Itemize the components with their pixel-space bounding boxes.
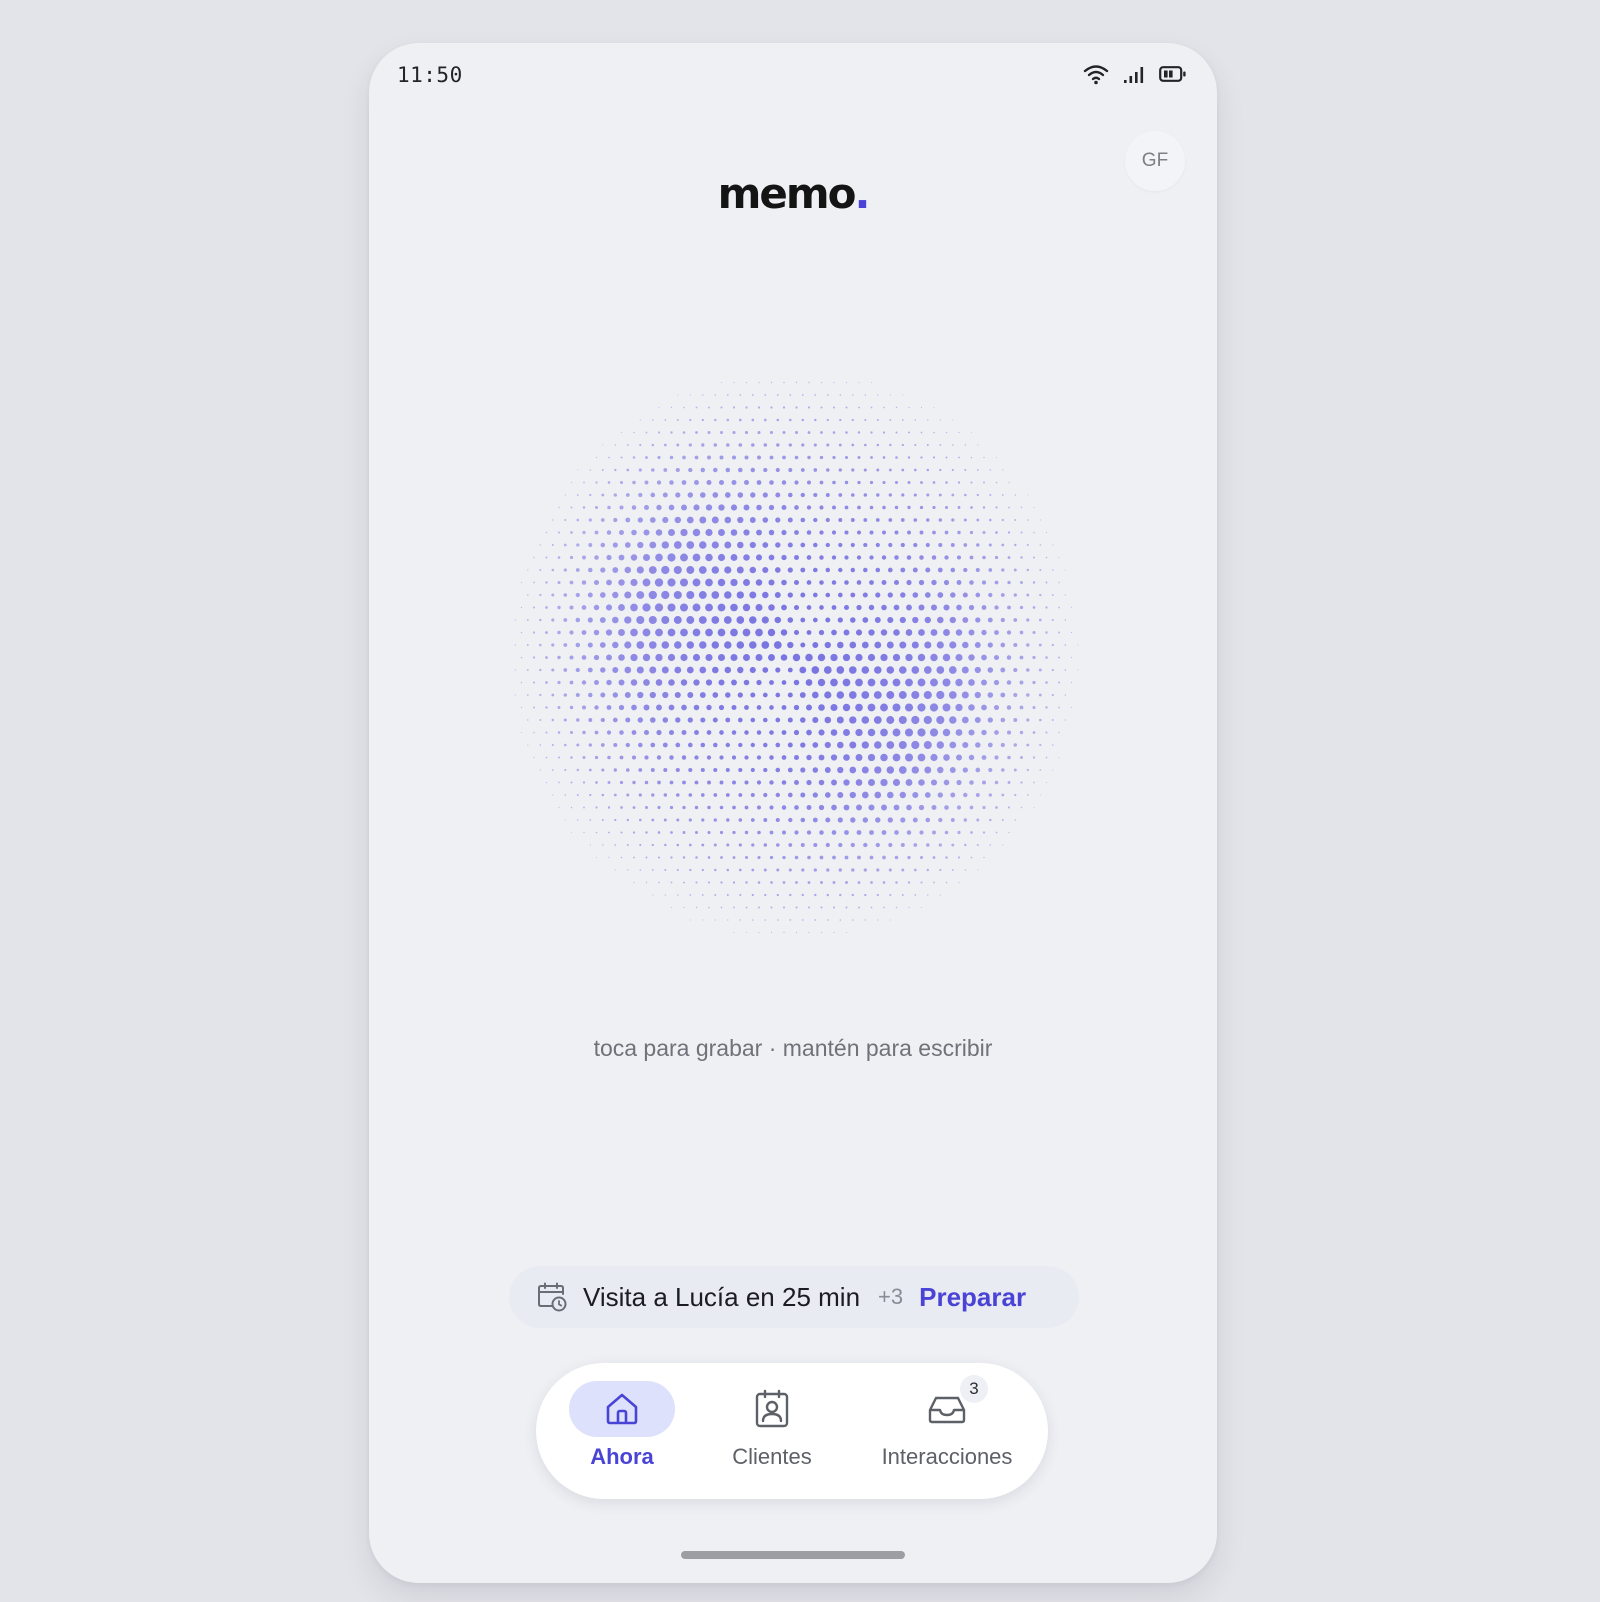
record-hint: toca para grabar · mantén para escribir (593, 1035, 993, 1061)
avatar[interactable]: GF (1125, 131, 1185, 191)
tab-interacciones[interactable]: 3 Interacciones (862, 1375, 1032, 1489)
interacciones-badge: 3 (960, 1375, 988, 1403)
bottom-nav: Ahora Clientes 3 Interacciones (536, 1363, 1048, 1499)
logo-text: memo (717, 169, 857, 218)
tab-ahora[interactable]: Ahora (562, 1381, 682, 1489)
logo-dot: . (854, 169, 870, 218)
tab-interacciones-pill: 3 (894, 1375, 1000, 1437)
phone-screen: 11:50 memo. GF toca para grabar · mantén… (369, 43, 1217, 1583)
calendar-clock-icon (538, 1282, 567, 1312)
home-icon (606, 1393, 638, 1425)
tab-ahora-label: Ahora (590, 1444, 654, 1469)
tab-ahora-pill (569, 1381, 675, 1437)
tab-interacciones-label: Interacciones (881, 1444, 1013, 1469)
battery-icon (1159, 64, 1187, 84)
status-time: 11:50 (397, 63, 463, 87)
tab-clientes[interactable]: Clientes (712, 1381, 832, 1489)
wifi-icon (1083, 63, 1109, 85)
signal-icon (1123, 64, 1145, 84)
upcoming-more-count[interactable]: +3 (878, 1284, 903, 1310)
app-logo: memo. (369, 173, 1217, 215)
upcoming-visit-text: Visita a Lucía en 25 min (583, 1281, 861, 1312)
home-indicator[interactable] (681, 1551, 905, 1559)
status-icons (1083, 63, 1187, 85)
upcoming-visit-banner[interactable]: Visita a Lucía en 25 min +3 Preparar (509, 1266, 1079, 1328)
tab-clientes-label: Clientes (732, 1444, 812, 1469)
record-orb-button[interactable] (504, 365, 1084, 945)
prepare-button[interactable]: Preparar (919, 1282, 1026, 1313)
tab-clientes-pill (719, 1381, 825, 1437)
status-bar: 11:50 (369, 43, 1217, 107)
contact-card-icon (755, 1389, 789, 1428)
